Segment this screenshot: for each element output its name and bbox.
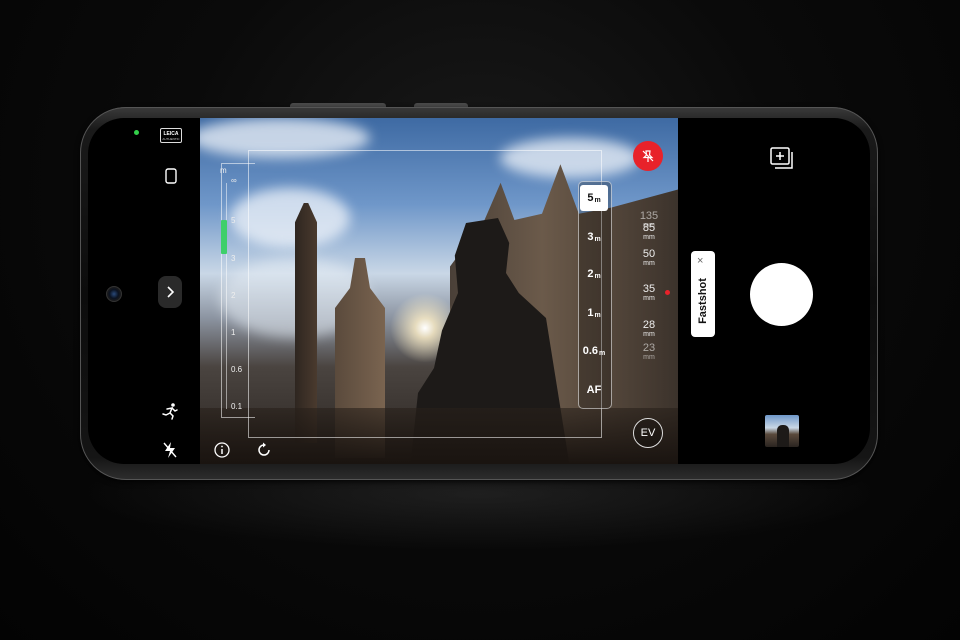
focus-distance-selector xyxy=(578,181,612,409)
depth-scale-label: 3 xyxy=(231,254,236,263)
depth-scale-label: 0.6 xyxy=(231,365,243,374)
pin-button[interactable] xyxy=(633,141,663,171)
focal-length-unit: mm xyxy=(643,354,655,361)
camera-screen: m ∞ 5 3 2 1 0.6 0.1 5 m 3 m 2 m 1 m 0.6 m AF 135 mm 85 mm 50… xyxy=(88,118,870,464)
active-focal-length-dot xyxy=(665,290,670,295)
chevron-right-icon xyxy=(167,286,175,298)
camera-active-indicator xyxy=(134,130,139,135)
depth-unit-label: m xyxy=(220,166,227,175)
depth-of-field-indicator xyxy=(221,220,227,254)
focal-length-option[interactable]: 28 mm xyxy=(634,319,664,339)
focus-frame xyxy=(248,150,602,438)
brand-badge-sub: AUTHENTIC xyxy=(162,136,180,141)
focal-length-unit: mm xyxy=(643,331,655,338)
depth-track xyxy=(226,183,227,409)
expand-panel-button[interactable] xyxy=(158,276,182,308)
focus-distance-option[interactable]: 1m xyxy=(580,300,608,326)
focus-distance-option[interactable]: AF xyxy=(580,377,608,403)
focus-distance-unit: m xyxy=(594,272,601,280)
focal-length-option[interactable]: 85 mm xyxy=(634,222,664,242)
focal-length-unit: mm xyxy=(643,234,655,241)
focus-distance-unit: m xyxy=(594,196,601,204)
add-layers-button[interactable] xyxy=(768,144,796,172)
focus-distance-option[interactable]: 3m xyxy=(580,224,608,250)
depth-scale-label: 2 xyxy=(231,291,236,300)
focus-distance-option[interactable]: 5m xyxy=(580,185,608,211)
focal-length-option[interactable]: 50 mm xyxy=(634,248,664,268)
fastshot-close-icon[interactable]: × xyxy=(697,255,703,267)
focus-distance-value: 3 xyxy=(587,231,594,243)
running-figure-icon xyxy=(162,403,178,420)
brand-badge: LEICA AUTHENTIC xyxy=(160,128,182,143)
depth-scale-label: ∞ xyxy=(231,176,237,185)
shutter-button[interactable] xyxy=(750,263,813,326)
focus-distance-value: 0.6 xyxy=(582,345,599,357)
aspect-ratio-button[interactable] xyxy=(162,167,180,185)
focus-distance-option[interactable]: 2m xyxy=(580,261,608,287)
depth-scale-label: 0.1 xyxy=(231,402,243,411)
ev-label: EV xyxy=(640,427,656,439)
focal-length-unit: mm xyxy=(643,295,655,302)
focal-length-option[interactable]: 23 mm xyxy=(634,342,664,362)
depth-scale-label: 5 xyxy=(231,216,236,225)
depth-scale-label: 1 xyxy=(231,328,236,337)
gallery-thumbnail[interactable] xyxy=(765,415,799,447)
info-button[interactable] xyxy=(212,440,232,460)
focus-distance-unit: m xyxy=(594,311,601,319)
rotate-button[interactable] xyxy=(254,440,274,460)
exposure-button[interactable]: EV xyxy=(633,418,663,448)
rotate-icon xyxy=(258,442,270,456)
focus-distance-option[interactable]: 0.6 m xyxy=(580,338,608,364)
focus-distance-value: AF xyxy=(586,384,602,396)
add-layers-icon xyxy=(770,147,793,169)
flash-off-icon xyxy=(163,442,177,458)
front-camera xyxy=(106,286,122,302)
info-icon xyxy=(214,442,230,458)
phone-reflection xyxy=(80,480,880,550)
aspect-ratio-icon xyxy=(165,168,177,184)
focus-distance-value: 1 xyxy=(587,307,594,319)
focus-distance-value: 2 xyxy=(587,268,594,280)
motion-mode-button[interactable] xyxy=(160,401,180,421)
focus-distance-unit: m xyxy=(599,349,606,357)
focus-distance-unit: m xyxy=(594,235,601,243)
pin-icon xyxy=(642,150,654,162)
fastshot-toggle[interactable]: × Fastshot xyxy=(691,251,715,337)
focal-length-option[interactable]: 35 mm xyxy=(634,283,664,303)
flash-button[interactable] xyxy=(160,440,180,460)
focus-distance-value: 5 xyxy=(587,192,594,204)
focal-length-unit: mm xyxy=(643,260,655,267)
fastshot-label: Fastshot xyxy=(697,278,709,324)
